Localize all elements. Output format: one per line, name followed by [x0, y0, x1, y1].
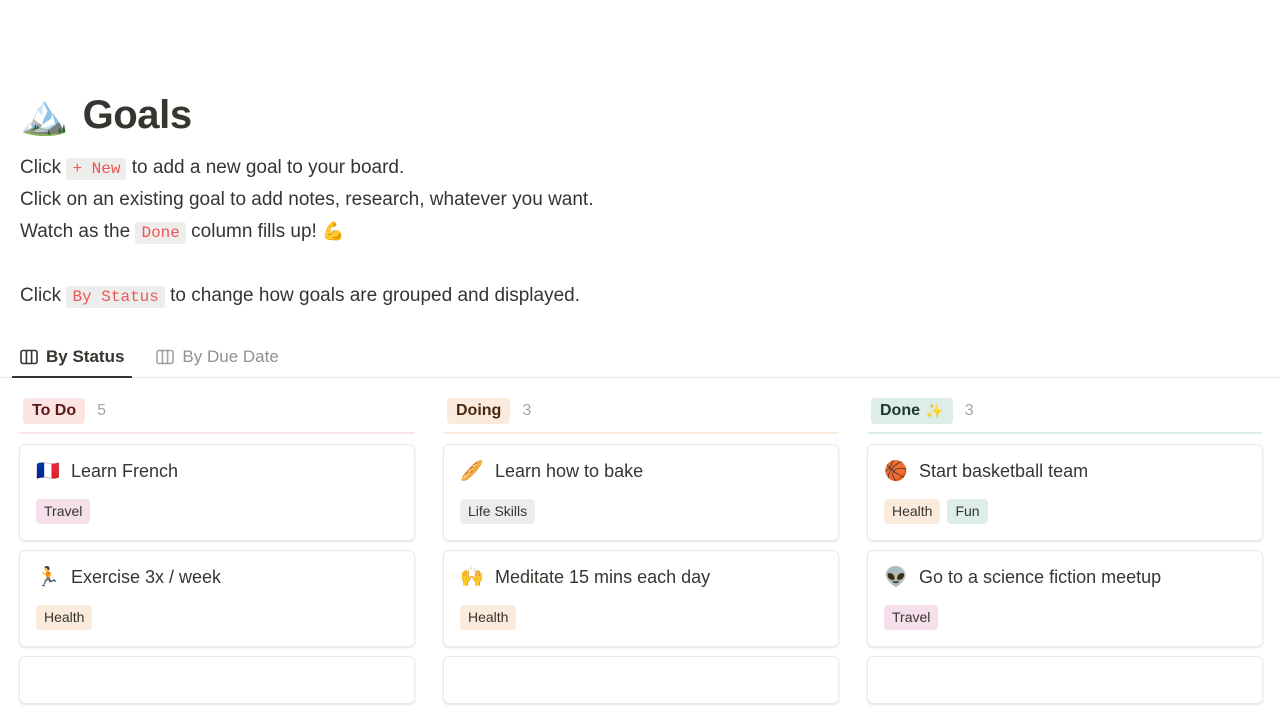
column-header[interactable]: Done ✨ 3	[867, 398, 1263, 432]
description-text: Click	[20, 157, 67, 178]
status-badge-label: Doing	[456, 402, 502, 419]
description-text: Click	[20, 285, 67, 306]
status-badge: To Do	[23, 398, 86, 424]
card-title: Start basketball team	[919, 461, 1089, 481]
description-text: to add a new goal to your board.	[126, 157, 405, 178]
card-emoji-icon: 🏀	[884, 460, 908, 482]
column-count: 3	[522, 402, 532, 419]
card-tags: Health Fun	[884, 499, 1246, 524]
description-line: Watch as the Done column fills up! 💪	[20, 216, 1280, 248]
tag-life-skills: Life Skills	[460, 499, 536, 524]
card-tags: Health	[460, 605, 822, 630]
card-tags: Travel	[36, 499, 398, 524]
card-tags: Life Skills	[460, 499, 822, 524]
column-count: 3	[964, 402, 974, 419]
goals-page: 🏔️ Goals Click + New to add a new goal t…	[0, 0, 1280, 720]
description-text: Watch as the	[20, 221, 136, 242]
column-count: 5	[97, 402, 107, 419]
goal-card[interactable]: 🏀 Start basketball team Health Fun	[867, 444, 1263, 541]
description-text: to change how goals are grouped and disp…	[164, 285, 581, 306]
tag-fun: Fun	[947, 499, 988, 524]
description-text: column fills up!	[185, 221, 323, 242]
description-line: Click + New to add a new goal to your bo…	[20, 152, 1280, 184]
sparkles-icon: ✨	[925, 402, 944, 420]
column-header[interactable]: Doing 3	[443, 398, 839, 432]
card-emoji-icon: 🇫🇷	[36, 460, 60, 482]
card-title-row: 🏀 Start basketball team	[884, 459, 1246, 483]
card-tags: Health	[36, 605, 398, 630]
card-tags: Travel	[884, 605, 1246, 630]
card-title-row: 🙌 Meditate 15 mins each day	[460, 565, 822, 589]
tag-health: Health	[460, 605, 517, 630]
view-tabs: By Status By Due Date	[0, 334, 1280, 378]
column-header[interactable]: To Do 5	[19, 398, 415, 432]
tag-travel: Travel	[36, 499, 91, 524]
tag-travel: Travel	[884, 605, 939, 630]
card-emoji-icon: 🥖	[460, 460, 484, 482]
goal-card[interactable]: 🏃 Exercise 3x / week Health	[19, 550, 415, 647]
column-divider	[443, 432, 839, 434]
card-title: Exercise 3x / week	[71, 567, 222, 587]
tag-health: Health	[884, 499, 941, 524]
inline-code-by-status[interactable]: By Status	[66, 286, 165, 308]
mountain-icon: 🏔️	[20, 92, 69, 138]
goal-card[interactable]: 👽 Go to a science fiction meetup Travel	[867, 550, 1263, 647]
inline-code-done[interactable]: Done	[135, 222, 186, 244]
tab-label: By Due Date	[182, 347, 279, 366]
card-title-row: 🥖 Learn how to bake	[460, 459, 822, 483]
page-title-text: Goals	[82, 93, 193, 137]
board-column-doing: Doing 3 🥖 Learn how to bake Life Skills 🙌 Medi…	[443, 398, 839, 713]
page-description: Click + New to add a new goal to your bo…	[0, 152, 1280, 312]
flexed-biceps-icon: 💪	[322, 221, 345, 242]
tab-label: By Status	[46, 347, 125, 366]
status-badge-label: Done	[880, 402, 920, 419]
card-title-row: 🇫🇷 Learn French	[36, 459, 398, 483]
card-title: Learn how to bake	[495, 461, 644, 481]
goal-card[interactable]: 🥖 Learn how to bake Life Skills	[443, 444, 839, 541]
board-view-icon	[156, 349, 175, 365]
card-title-row: 🏃 Exercise 3x / week	[36, 565, 398, 589]
goal-card[interactable]	[443, 656, 839, 704]
goal-card[interactable]: 🙌 Meditate 15 mins each day Health	[443, 550, 839, 647]
page-title: 🏔️ Goals	[0, 92, 1280, 138]
card-title: Go to a science fiction meetup	[919, 567, 1162, 587]
goal-card[interactable]: 🇫🇷 Learn French Travel	[19, 444, 415, 541]
goal-card[interactable]	[867, 656, 1263, 704]
tab-by-status[interactable]: By Status	[12, 347, 133, 378]
card-title: Learn French	[71, 461, 179, 481]
card-title-row: 👽 Go to a science fiction meetup	[884, 565, 1246, 589]
board-column-to-do: To Do 5 🇫🇷 Learn French Travel 🏃 Exercise 3x /…	[19, 398, 415, 713]
tab-by-due-date[interactable]: By Due Date	[148, 347, 286, 377]
description-text: Click on an existing goal to add notes, …	[20, 189, 594, 210]
description-line: Click By Status to change how goals are …	[20, 280, 1280, 312]
column-divider	[19, 432, 415, 434]
status-badge: Doing	[447, 398, 511, 424]
column-divider	[867, 432, 1263, 434]
card-emoji-icon: 👽	[884, 566, 908, 588]
board-view-icon	[20, 349, 38, 365]
kanban-board: To Do 5 🇫🇷 Learn French Travel 🏃 Exercise 3x /…	[0, 378, 1280, 713]
inline-code-new[interactable]: + New	[66, 158, 127, 180]
status-badge: Done ✨	[871, 398, 953, 424]
tag-health: Health	[36, 605, 93, 630]
goal-card[interactable]	[19, 656, 415, 704]
status-badge-label: To Do	[32, 402, 77, 419]
board-column-done: Done ✨ 3 🏀 Start basketball team Health Fun 👽 Go…	[867, 398, 1263, 713]
card-title: Meditate 15 mins each day	[495, 567, 711, 587]
card-emoji-icon: 🙌	[460, 566, 484, 588]
description-line: Click on an existing goal to add notes, …	[20, 184, 1280, 216]
card-emoji-icon: 🏃	[36, 566, 60, 588]
